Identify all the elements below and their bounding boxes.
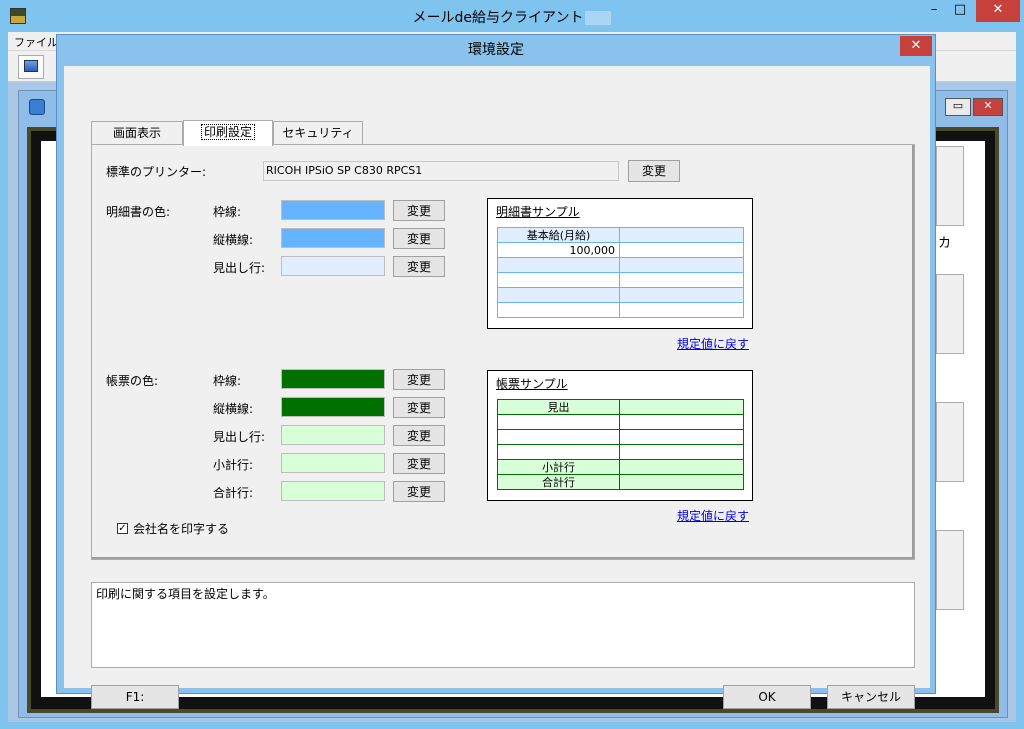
meisai-frame-change-button[interactable]: 変更 [393, 200, 445, 221]
bg-right-button[interactable] [936, 530, 964, 610]
minimize-button[interactable]: – [922, 0, 946, 22]
meisai-grid-label: 縦横線: [213, 233, 254, 247]
close-button[interactable]: ✕ [976, 0, 1020, 22]
meisai-grid-change-button[interactable]: 変更 [393, 228, 445, 249]
chohyo-grid-label: 縦横線: [213, 402, 254, 416]
chohyo-grid-swatch [281, 397, 385, 417]
chohyo-sample-table: 見出 小計行 合計行 [497, 399, 744, 490]
child-close-button[interactable]: ✕ [973, 98, 1003, 116]
meisai-frame-swatch [281, 200, 385, 220]
chohyo-sample-title: 帳票サンプル [496, 377, 568, 391]
bg-right-button[interactable] [936, 402, 964, 482]
bg-right-button[interactable] [936, 274, 964, 354]
meisai-reset-link[interactable]: 規定値に戻す [677, 335, 749, 352]
printer-label: 標準のプリンター: [106, 165, 207, 179]
child-restore-button[interactable]: ▭ [945, 98, 971, 116]
chohyo-sample-header: 見出 [497, 399, 620, 415]
meisai-sample-box: 明細書サンプル 基本給(月給) 100,000 [487, 198, 753, 329]
print-company-label: 会社名を印字する [133, 522, 230, 536]
chohyo-reset-link[interactable]: 規定値に戻す [677, 507, 749, 524]
bg-right-label: カ [938, 236, 952, 251]
chohyo-frame-change-button[interactable]: 変更 [393, 369, 445, 390]
print-settings-panel: 標準のプリンター: RICOH IPSiO SP C830 RPCS1 変更 明… [91, 144, 915, 560]
maximize-button[interactable]: □ [948, 0, 972, 22]
tab-display[interactable]: 画面表示 [91, 121, 183, 145]
tab-print[interactable]: 印刷設定 [183, 120, 273, 146]
masked-title-suffix [585, 11, 612, 25]
ok-button[interactable]: OK [723, 685, 811, 709]
dialog-close-button[interactable]: ✕ [900, 36, 932, 56]
chohyo-total-change-button[interactable]: 変更 [393, 481, 445, 502]
chohyo-sample-box: 帳票サンプル 見出 小計行 合計行 [487, 370, 753, 501]
description-box: 印刷に関する項目を設定します。 [91, 582, 915, 668]
chohyo-header-change-button[interactable]: 変更 [393, 425, 445, 446]
printer-field: RICOH IPSiO SP C830 RPCS1 [263, 161, 619, 181]
chohyo-total-label: 合計行: [213, 486, 254, 500]
chohyo-header-label: 見出し行: [213, 430, 266, 444]
meisai-sample-title: 明細書サンプル [496, 205, 580, 219]
child-window-icon [29, 99, 45, 115]
cancel-button[interactable]: キャンセル [827, 685, 915, 709]
meisai-frame-label: 枠線: [213, 205, 242, 219]
meisai-header-change-button[interactable]: 変更 [393, 256, 445, 277]
chohyo-subtotal-swatch [281, 453, 385, 473]
meisai-sample-value: 100,000 [497, 242, 620, 258]
meisai-header-label: 見出し行: [213, 261, 266, 275]
bg-right-button[interactable] [936, 146, 964, 226]
chohyo-sample-total: 合計行 [497, 474, 620, 490]
chohyo-header-swatch [281, 425, 385, 445]
monitor-icon [24, 60, 38, 72]
chohyo-subtotal-change-button[interactable]: 変更 [393, 453, 445, 474]
meisai-sample-table: 基本給(月給) 100,000 [497, 227, 744, 318]
tab-security[interactable]: セキュリティ [273, 121, 363, 145]
chohyo-color-label: 帳票の色: [106, 374, 159, 388]
main-window-title: メールde給与クライアント [0, 7, 1024, 27]
meisai-header-swatch [281, 256, 385, 276]
meisai-color-label: 明細書の色: [106, 205, 171, 219]
chohyo-subtotal-label: 小計行: [213, 458, 254, 472]
toolbar-button[interactable] [18, 55, 44, 79]
chohyo-grid-change-button[interactable]: 変更 [393, 397, 445, 418]
main-window-titlebar: メールde給与クライアント – □ ✕ [0, 0, 1024, 32]
meisai-sample-header: 基本給(月給) [497, 227, 620, 243]
printer-change-button[interactable]: 変更 [628, 160, 680, 182]
dialog-title: 環境設定 [468, 42, 524, 58]
meisai-grid-swatch [281, 228, 385, 248]
f1-button[interactable]: F1: [91, 685, 179, 709]
settings-dialog: 環境設定 ✕ 画面表示 印刷設定 セキュリティ 標準のプリンター: RICOH … [56, 34, 936, 709]
dialog-client: 画面表示 印刷設定 セキュリティ 標準のプリンター: RICOH IPSiO S… [64, 66, 930, 709]
print-company-checkbox[interactable]: ✓ [117, 523, 128, 534]
chohyo-frame-swatch [281, 369, 385, 389]
chohyo-sample-subtotal: 小計行 [497, 459, 620, 475]
chohyo-total-swatch [281, 481, 385, 501]
chohyo-frame-label: 枠線: [213, 374, 242, 388]
